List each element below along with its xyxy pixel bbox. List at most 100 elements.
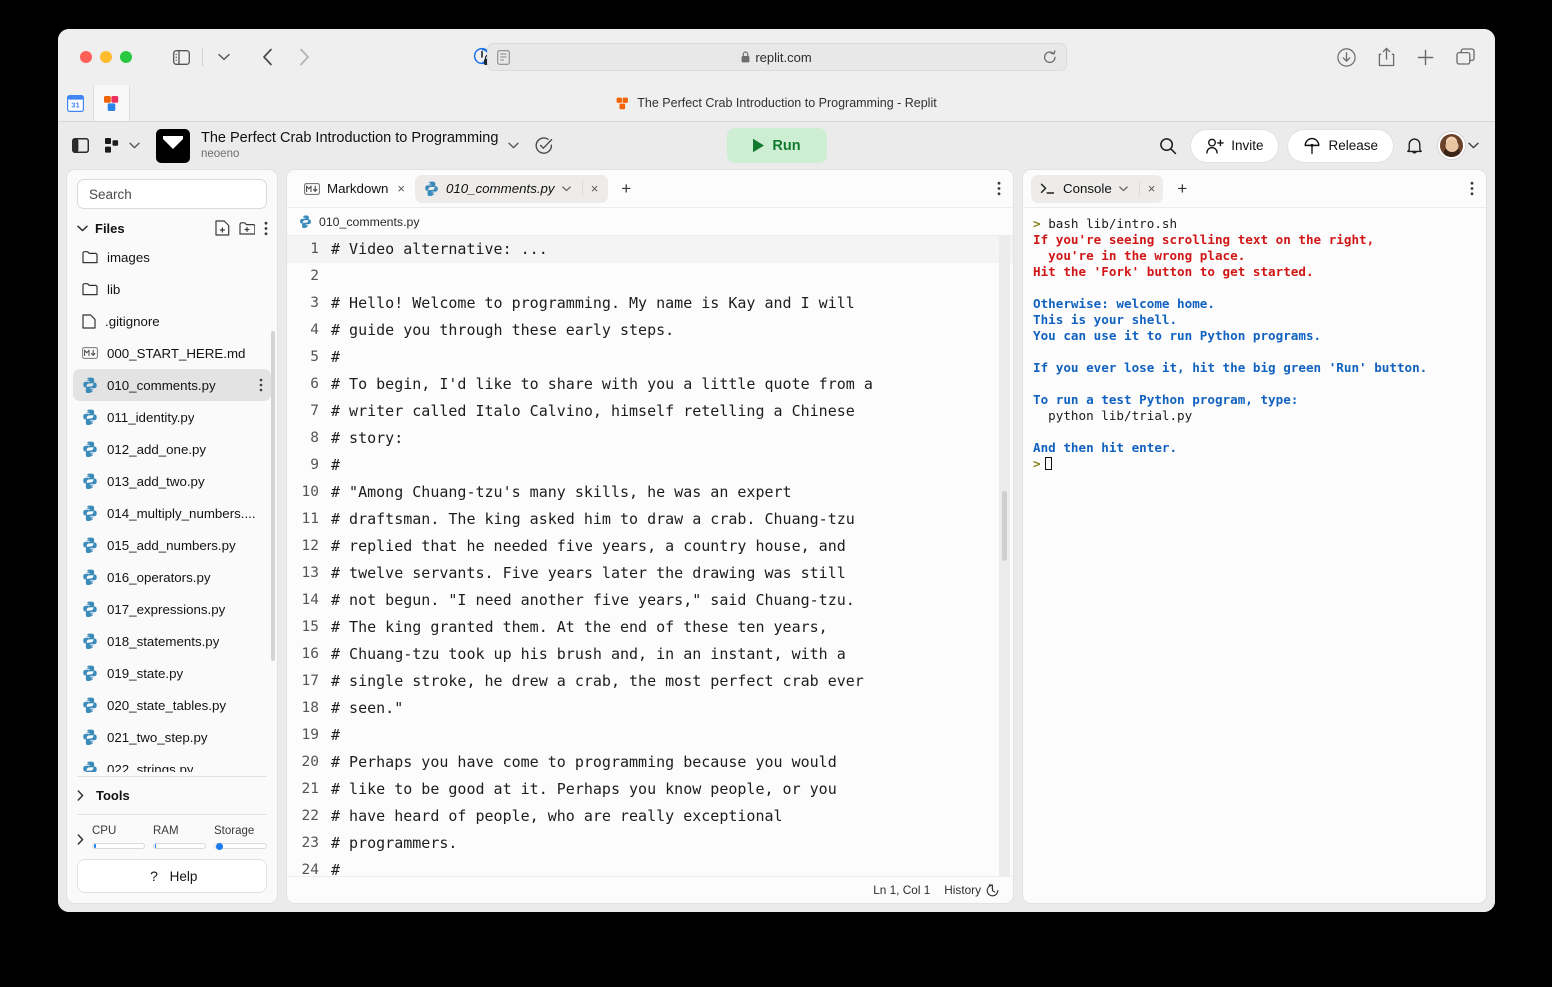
chevron-right-icon[interactable] [77, 834, 88, 845]
console-input-line[interactable]: > [1033, 456, 1476, 472]
code-line[interactable]: 17 # single stroke, he drew a crab, the m… [287, 668, 1013, 695]
scrollbar-thumb[interactable] [1002, 491, 1007, 561]
code-line[interactable]: 24 # [287, 857, 1013, 876]
editor-scrollbar[interactable] [999, 236, 1010, 876]
search-icon[interactable] [1155, 137, 1181, 155]
new-tab-button[interactable]: + [613, 176, 639, 202]
new-console-tab-button[interactable]: + [1169, 176, 1195, 202]
code-line[interactable]: 10 # "Among Chuang-tzu's many skills, he … [287, 479, 1013, 506]
file-tree-item[interactable]: .gitignore [73, 305, 271, 337]
code-line[interactable]: 6 # To begin, I'd like to share with you … [287, 371, 1013, 398]
close-icon[interactable]: × [1138, 181, 1155, 196]
tools-section-header[interactable]: Tools [67, 781, 277, 810]
file-tree-item[interactable]: 018_statements.py [73, 625, 271, 657]
file-tree-item[interactable]: 017_expressions.py [73, 593, 271, 625]
chevron-right-icon[interactable] [77, 790, 88, 801]
replit-menu-icon[interactable] [105, 138, 122, 153]
chevron-down-icon[interactable] [129, 142, 140, 149]
code-line[interactable]: 12 # replied that he needed five years, a… [287, 533, 1013, 560]
new-folder-icon[interactable] [239, 221, 255, 236]
file-more-options-icon[interactable] [259, 378, 263, 392]
search-input[interactable] [89, 186, 255, 202]
code-line[interactable]: 21 # like to be good at it. Perhaps you k… [287, 776, 1013, 803]
editor-tab-markdown[interactable]: Markdown × [295, 175, 415, 203]
panel-toggle-icon[interactable] [72, 138, 89, 153]
file-tree-item[interactable]: 010_comments.py [73, 369, 271, 401]
file-tree-scroll[interactable]: images lib .gitignore 000_START_HERE.md 010_… [67, 241, 277, 772]
tab-overview-icon[interactable] [1456, 48, 1475, 66]
checkmark-circle-icon[interactable] [535, 136, 553, 155]
share-icon[interactable] [1378, 47, 1395, 67]
file-tree-item[interactable]: 000_START_HERE.md [73, 337, 271, 369]
maximize-window-button[interactable] [120, 51, 132, 63]
code-line[interactable]: 8 # story: [287, 425, 1013, 452]
code-line[interactable]: 22 # have heard of people, who are really… [287, 803, 1013, 830]
history-button[interactable]: History [944, 883, 999, 897]
address-bar[interactable]: replit.com [486, 43, 1067, 71]
code-line[interactable]: 1 # Video alternative: ... [287, 236, 1013, 263]
invite-button[interactable]: Invite [1191, 129, 1279, 162]
file-tree-item[interactable]: 019_state.py [73, 657, 271, 689]
file-tree-item[interactable]: lib [73, 273, 271, 305]
reload-icon[interactable] [1043, 49, 1057, 65]
file-tree-item[interactable]: 022_strings.py [73, 753, 271, 772]
bell-icon[interactable] [1403, 137, 1426, 155]
forward-icon[interactable] [289, 43, 319, 71]
console-more-options-icon[interactable] [1470, 181, 1480, 196]
code-line[interactable]: 15 # The king granted them. At the end of… [287, 614, 1013, 641]
pinned-tab-replit[interactable] [94, 85, 130, 121]
chevron-down-icon[interactable] [1118, 185, 1128, 192]
release-button[interactable]: Release [1288, 129, 1393, 162]
code-line[interactable]: 11 # draftsman. The king asked him to dra… [287, 506, 1013, 533]
file-tree-item[interactable]: 014_multiply_numbers.... [73, 497, 271, 529]
close-window-button[interactable] [80, 51, 92, 63]
file-name: 012_add_one.py [107, 441, 207, 457]
code-line[interactable]: 7 # writer called Italo Calvino, himself … [287, 398, 1013, 425]
code-line[interactable]: 3 # Hello! Welcome to programming. My nam… [287, 290, 1013, 317]
more-options-icon[interactable] [264, 221, 268, 236]
chevron-down-icon[interactable] [77, 225, 89, 232]
code-editor[interactable]: 1 # Video alternative: ... 2 3 # Hello! Welc… [287, 236, 1013, 876]
console-output[interactable]: > bash lib/intro.sh If you're seeing scro… [1023, 208, 1486, 903]
code-line[interactable]: 13 # twelve servants. Five years later th… [287, 560, 1013, 587]
file-tree-item[interactable]: 013_add_two.py [73, 465, 271, 497]
account-menu[interactable] [1438, 132, 1479, 159]
back-icon[interactable] [253, 43, 283, 71]
code-line[interactable]: 5 # [287, 344, 1013, 371]
search-field-wrapper[interactable] [77, 179, 267, 209]
run-button[interactable]: Run [726, 128, 827, 163]
file-tree-item[interactable]: 015_add_numbers.py [73, 529, 271, 561]
new-file-icon[interactable] [215, 220, 230, 236]
minimize-window-button[interactable] [100, 51, 112, 63]
close-icon[interactable]: × [581, 181, 601, 196]
code-line[interactable]: 20 # Perhaps you have come to programming… [287, 749, 1013, 776]
chevron-down-icon[interactable] [209, 43, 239, 71]
close-icon[interactable]: × [395, 181, 407, 196]
file-tree-item[interactable]: 012_add_one.py [73, 433, 271, 465]
pinned-tab-google-calendar[interactable]: 31 [58, 85, 94, 121]
sidebar-icon[interactable] [166, 43, 196, 71]
code-line[interactable]: 19 # [287, 722, 1013, 749]
code-line[interactable]: 9 # [287, 452, 1013, 479]
editor-more-options-icon[interactable] [997, 181, 1007, 196]
code-line[interactable]: 2 [287, 263, 1013, 290]
file-tree-item[interactable]: 021_two_step.py [73, 721, 271, 753]
help-button[interactable]: ? Help [77, 859, 267, 893]
code-line[interactable]: 14 # not begun. "I need another five year… [287, 587, 1013, 614]
file-tree-item[interactable]: 016_operators.py [73, 561, 271, 593]
code-line[interactable]: 16 # Chuang-tzu took up his brush and, in… [287, 641, 1013, 668]
console-tab[interactable]: Console × [1031, 174, 1164, 203]
chevron-down-icon[interactable] [561, 185, 571, 192]
code-line[interactable]: 18 # seen." [287, 695, 1013, 722]
editor-tab-python[interactable]: 010_comments.py × [414, 174, 609, 203]
file-tree-scrollbar[interactable] [271, 331, 275, 661]
code-line[interactable]: 4 # guide you through these early steps. [287, 317, 1013, 344]
new-tab-icon[interactable] [1417, 49, 1434, 66]
file-tree-item[interactable]: images [73, 241, 271, 273]
file-tree-item[interactable]: 011_identity.py [73, 401, 271, 433]
downloads-icon[interactable] [1337, 47, 1356, 67]
file-tree-item[interactable]: 020_state_tables.py [73, 689, 271, 721]
avatar[interactable] [1438, 132, 1465, 159]
code-line[interactable]: 23 # programmers. [287, 830, 1013, 857]
project-chevron-down-icon[interactable] [508, 142, 520, 149]
